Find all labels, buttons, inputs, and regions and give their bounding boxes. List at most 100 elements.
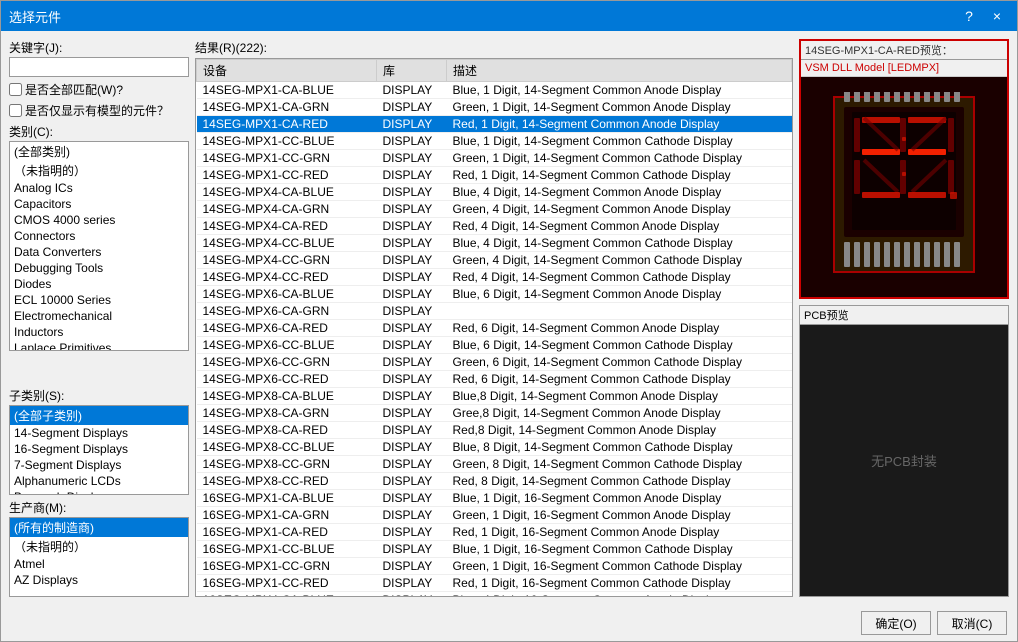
table-row[interactable]: 16SEG-MPX1-CC-REDDISPLAYRed, 1 Digit, 16… [197,575,792,592]
category-item-4[interactable]: CMOS 4000 series [10,212,188,228]
table-row[interactable]: 14SEG-MPX6-CC-BLUEDISPLAYBlue, 6 Digit, … [197,337,792,354]
cell-device: 14SEG-MPX1-CC-BLUE [197,133,377,150]
table-row[interactable]: 14SEG-MPX8-CC-BLUEDISPLAYBlue, 8 Digit, … [197,439,792,456]
category-item-6[interactable]: Data Converters [10,244,188,260]
table-row[interactable]: 14SEG-MPX6-CC-GRNDISPLAYGreen, 6 Digit, … [197,354,792,371]
cell-desc: Red, 6 Digit, 14-Segment Common Cathode … [447,371,792,388]
cell-lib: DISPLAY [377,439,447,456]
cell-desc: Green, 8 Digit, 14-Segment Common Cathod… [447,456,792,473]
all-match-label: 是否全部匹配(W)? [25,81,123,98]
table-row[interactable]: 16SEG-MPX1-CC-BLUEDISPLAYBlue, 1 Digit, … [197,541,792,558]
table-row[interactable]: 14SEG-MPX6-CA-GRNDISPLAY [197,303,792,320]
subcategory-item-4[interactable]: Alphanumeric LCDs [10,473,188,489]
results-table-container[interactable]: 设备 库 描述 14SEG-MPX1-CA-BLUEDISPLAYBlue, 1… [195,58,793,597]
table-row[interactable]: 14SEG-MPX8-CA-BLUEDISPLAYBlue,8 Digit, 1… [197,388,792,405]
table-row[interactable]: 14SEG-MPX4-CA-GRNDISPLAYGreen, 4 Digit, … [197,201,792,218]
cell-lib: DISPLAY [377,354,447,371]
category-item-5[interactable]: Connectors [10,228,188,244]
preview-title: 14SEG-MPX1-CA-RED预览： [801,41,1007,60]
close-button[interactable]: × [985,6,1009,26]
category-item-12[interactable]: Laplace Primitives [10,340,188,351]
table-row[interactable]: 16SEG-MPX1-CA-GRNDISPLAYGreen, 1 Digit, … [197,507,792,524]
table-row[interactable]: 16SEG-MPX4-CA-BLUEDISPLAYBlue, 4 Digit, … [197,592,792,598]
subcategory-item-5[interactable]: Bargraph Displays [10,489,188,495]
cell-lib: DISPLAY [377,269,447,286]
cell-lib: DISPLAY [377,116,447,133]
table-row[interactable]: 14SEG-MPX4-CA-REDDISPLAYRed, 4 Digit, 14… [197,218,792,235]
subcategory-item-0[interactable]: (全部子类别) [10,406,188,425]
help-button[interactable]: ? [957,6,981,26]
show-models-checkbox[interactable] [9,104,22,117]
table-row[interactable]: 14SEG-MPX4-CC-REDDISPLAYRed, 4 Digit, 14… [197,269,792,286]
table-row[interactable]: 14SEG-MPX4-CA-BLUEDISPLAYBlue, 4 Digit, … [197,184,792,201]
category-item-11[interactable]: Inductors [10,324,188,340]
manufacturer-item-3[interactable]: AZ Displays [10,572,188,588]
cell-device: 14SEG-MPX6-CA-BLUE [197,286,377,303]
subcategory-list[interactable]: (全部子类别)14-Segment Displays16-Segment Dis… [9,405,189,495]
category-item-10[interactable]: Electromechanical [10,308,188,324]
subcategory-item-1[interactable]: 14-Segment Displays [10,425,188,441]
cell-device: 14SEG-MPX1-CC-RED [197,167,377,184]
results-label: 结果(R)(222): [195,39,793,56]
table-row[interactable]: 14SEG-MPX1-CA-REDDISPLAYRed, 1 Digit, 14… [197,116,792,133]
all-match-checkbox[interactable] [9,83,22,96]
keyword-input[interactable] [9,57,189,77]
table-row[interactable]: 14SEG-MPX1-CA-BLUEDISPLAYBlue, 1 Digit, … [197,82,792,99]
table-row[interactable]: 14SEG-MPX1-CA-GRNDISPLAYGreen, 1 Digit, … [197,99,792,116]
manufacturer-label: 生产商(M): [9,499,189,516]
category-item-0[interactable]: (全部类别) [10,142,188,161]
title-bar-buttons: ? × [957,6,1009,26]
table-row[interactable]: 14SEG-MPX1-CC-GRNDISPLAYGreen, 1 Digit, … [197,150,792,167]
cell-device: 14SEG-MPX6-CC-BLUE [197,337,377,354]
category-item-9[interactable]: ECL 10000 Series [10,292,188,308]
manufacturer-list[interactable]: (所有的制造商)（未指明的）AtmelAZ Displays [9,517,189,597]
cell-desc: Red,8 Digit, 14-Segment Common Anode Dis… [447,422,792,439]
preview-section: 14SEG-MPX1-CA-RED预览： VSM DLL Model [LEDM… [799,39,1009,299]
table-row[interactable]: 14SEG-MPX4-CC-GRNDISPLAYGreen, 4 Digit, … [197,252,792,269]
manufacturer-item-1[interactable]: （未指明的） [10,537,188,556]
pcb-preview-area: 无PCB封装 [800,325,1008,596]
table-row[interactable]: 14SEG-MPX8-CC-REDDISPLAYRed, 8 Digit, 14… [197,473,792,490]
cell-desc: Blue, 1 Digit, 16-Segment Common Anode D… [447,490,792,507]
category-item-7[interactable]: Debugging Tools [10,260,188,276]
cell-lib: DISPLAY [377,422,447,439]
cell-lib: DISPLAY [377,507,447,524]
cell-lib: DISPLAY [377,235,447,252]
table-row[interactable]: 14SEG-MPX4-CC-BLUEDISPLAYBlue, 4 Digit, … [197,235,792,252]
dialog-title: 选择元件 [9,7,61,26]
table-row[interactable]: 14SEG-MPX8-CA-GRNDISPLAYGree,8 Digit, 14… [197,405,792,422]
cell-desc: Blue, 4 Digit, 14-Segment Common Anode D… [447,184,792,201]
manufacturer-item-0[interactable]: (所有的制造商) [10,518,188,537]
cell-lib: DISPLAY [377,82,447,99]
manufacturer-item-2[interactable]: Atmel [10,556,188,572]
category-list[interactable]: (全部类别)（未指明的）Analog ICsCapacitorsCMOS 400… [9,141,189,351]
category-item-8[interactable]: Diodes [10,276,188,292]
table-row[interactable]: 14SEG-MPX6-CA-REDDISPLAYRed, 6 Digit, 14… [197,320,792,337]
category-item-3[interactable]: Capacitors [10,196,188,212]
table-row[interactable]: 14SEG-MPX8-CA-REDDISPLAYRed,8 Digit, 14-… [197,422,792,439]
cell-device: 16SEG-MPX1-CC-RED [197,575,377,592]
table-row[interactable]: 16SEG-MPX1-CC-GRNDISPLAYGreen, 1 Digit, … [197,558,792,575]
cell-lib: DISPLAY [377,150,447,167]
cell-lib: DISPLAY [377,218,447,235]
cell-desc: Red, 1 Digit, 14-Segment Common Cathode … [447,167,792,184]
category-item-2[interactable]: Analog ICs [10,180,188,196]
subcategory-item-2[interactable]: 16-Segment Displays [10,441,188,457]
table-row[interactable]: 14SEG-MPX6-CA-BLUEDISPLAYBlue, 6 Digit, … [197,286,792,303]
cell-device: 14SEG-MPX8-CA-GRN [197,405,377,422]
subcategory-item-3[interactable]: 7-Segment Displays [10,457,188,473]
table-row[interactable]: 14SEG-MPX1-CC-BLUEDISPLAYBlue, 1 Digit, … [197,133,792,150]
cancel-button[interactable]: 取消(C) [937,611,1007,635]
cell-device: 16SEG-MPX1-CA-BLUE [197,490,377,507]
table-row[interactable]: 14SEG-MPX8-CC-GRNDISPLAYGreen, 8 Digit, … [197,456,792,473]
table-row[interactable]: 16SEG-MPX1-CA-REDDISPLAYRed, 1 Digit, 16… [197,524,792,541]
cell-lib: DISPLAY [377,473,447,490]
table-row[interactable]: 14SEG-MPX1-CC-REDDISPLAYRed, 1 Digit, 14… [197,167,792,184]
ok-button[interactable]: 确定(O) [861,611,931,635]
table-row[interactable]: 16SEG-MPX1-CA-BLUEDISPLAYBlue, 1 Digit, … [197,490,792,507]
category-item-1[interactable]: （未指明的） [10,161,188,180]
cell-lib: DISPLAY [377,541,447,558]
cell-lib: DISPLAY [377,524,447,541]
table-row[interactable]: 14SEG-MPX6-CC-REDDISPLAYRed, 6 Digit, 14… [197,371,792,388]
cell-device: 14SEG-MPX8-CA-RED [197,422,377,439]
